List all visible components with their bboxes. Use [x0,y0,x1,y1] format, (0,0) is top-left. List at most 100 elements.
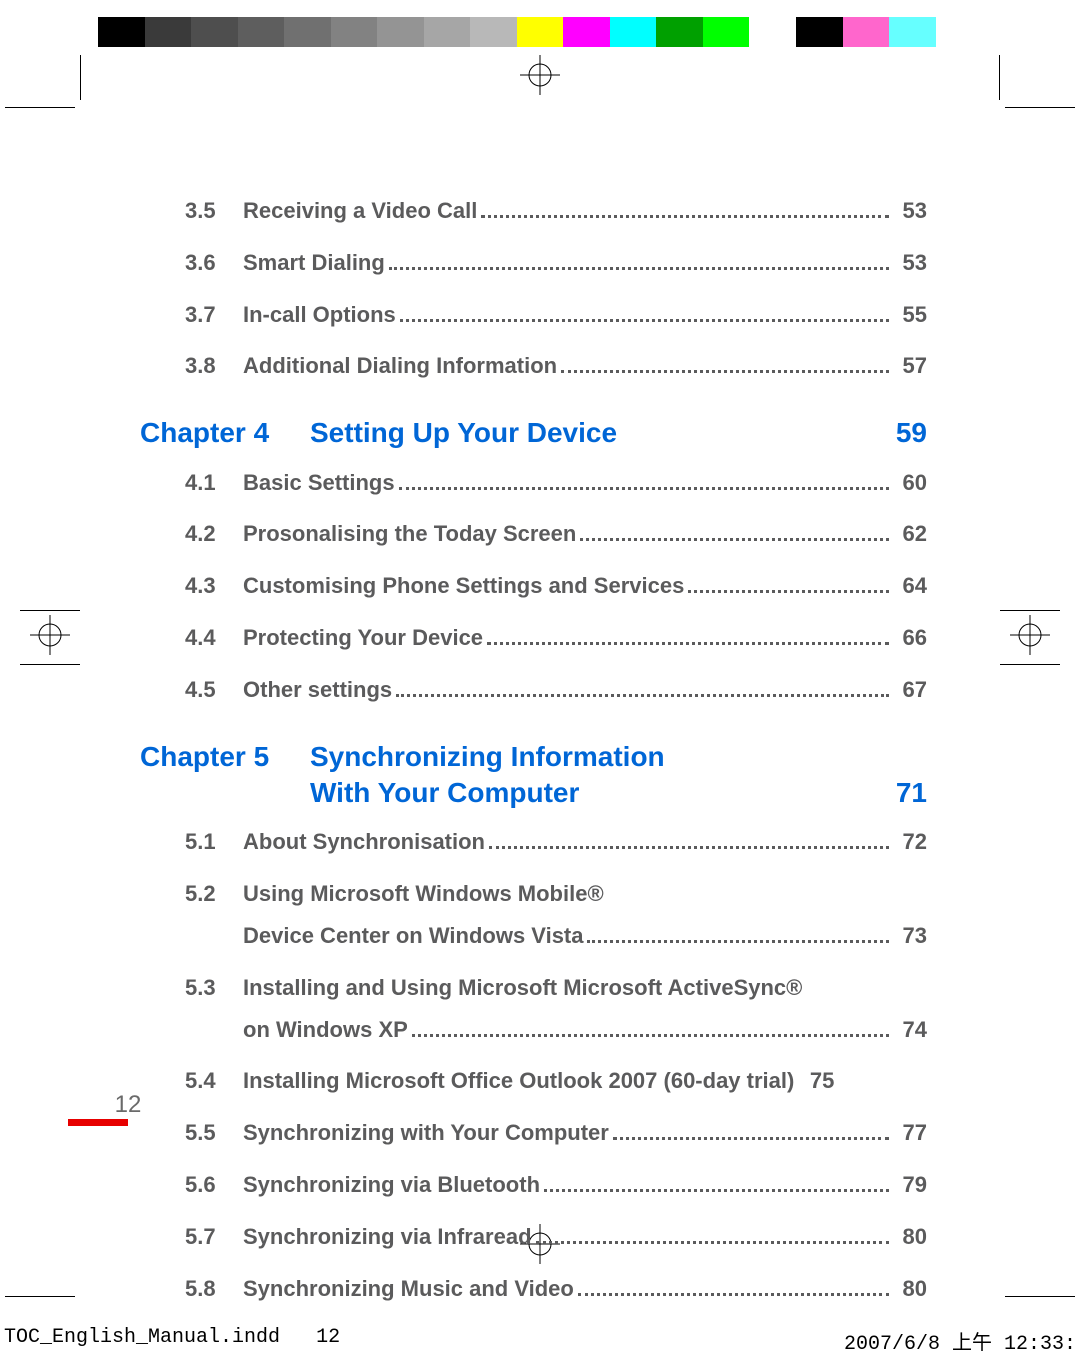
toc-entry: 4.1Basic Settings 60 [185,462,927,504]
toc-entry-number: 4.2 [185,513,243,555]
color-swatch [563,17,610,47]
crop-mark [1005,107,1075,108]
toc-entry-page: 75 [802,1060,834,1102]
toc-entry-number: 5.1 [185,821,243,863]
dot-leader [487,624,889,645]
color-swatch [796,17,843,47]
dot-leader [412,1016,889,1037]
toc-entry-number: 5.2 [185,873,243,915]
toc-entry-page: 66 [895,617,927,659]
toc-entry-title: Smart Dialing [243,242,385,284]
toc-entry: 5.2Using Microsoft Windows Mobile®Device… [185,873,927,957]
toc-entry-title: Protecting Your Device [243,617,483,659]
crop-mark [1005,1296,1075,1297]
color-swatch [424,17,471,47]
toc-entry-page: 79 [895,1164,927,1206]
registration-mark-left [20,610,80,665]
color-swatch [284,17,331,47]
dot-leader [481,197,889,218]
toc-entry: 3.5Receiving a Video Call 53 [185,190,927,232]
slug-file: TOC_English_Manual.indd [4,1326,280,1349]
color-swatch [889,17,936,47]
toc-entry: 5.5Synchronizing with Your Computer 77 [185,1112,927,1154]
toc-entry: 3.7In-call Options 55 [185,294,927,336]
toc-entry-page: 73 [895,915,927,957]
color-swatch [470,17,517,47]
chapter-title: Synchronizing Information With Your Comp… [310,739,887,812]
toc-entry-title: Receiving a Video Call [243,190,477,232]
toc-entry-number: 3.5 [185,190,243,232]
chapter-page: 59 [887,415,927,451]
toc-entry-number: 5.7 [185,1216,243,1258]
toc-entry-number: 5.5 [185,1112,243,1154]
toc-entry-title-line2: Device Center on Windows Vista [243,915,583,957]
color-swatch [749,17,796,47]
toc-entry: 5.1About Synchronisation72 [185,821,927,863]
page-number-red-tab [68,1119,128,1126]
toc-entry: 4.3Customising Phone Settings and Servic… [185,565,927,607]
toc-entry-page: 80 [895,1216,927,1258]
color-swatch [377,17,424,47]
toc-entry-page: 60 [895,462,927,504]
toc-entry-title: Basic Settings [243,462,395,504]
color-swatch [936,17,983,47]
toc-entry-page: 55 [895,294,927,336]
dot-leader [489,829,889,850]
chapter-page: 71 [887,775,927,811]
color-swatch [238,17,285,47]
dot-leader [396,676,889,697]
color-swatch [517,17,564,47]
toc-entry-page: 74 [895,1009,927,1051]
toc-entry-title: Synchronizing with Your Computer [243,1112,609,1154]
toc-entry-title-line2: on Windows XP [243,1009,408,1051]
page-number-block: 12 [98,1091,158,1119]
toc-entry-number: 5.3 [185,967,243,1009]
toc-entry: 4.5Other settings 67 [185,669,927,711]
print-color-bar [98,17,982,47]
color-swatch [656,17,703,47]
slug-line: TOC_English_Manual.indd 12 2007/6/8 上午 1… [0,1326,1080,1356]
toc-entry-number: 5.6 [185,1164,243,1206]
toc-entry: 5.4Installing Microsoft Office Outlook 2… [185,1060,927,1102]
dot-leader [400,301,889,322]
toc-entry-title: Customising Phone Settings and Services [243,565,684,607]
dot-leader [587,922,889,943]
crop-mark [80,55,81,100]
crop-mark [5,1296,75,1297]
toc-entry-number: 3.8 [185,345,243,387]
toc-entry-page: 53 [895,190,927,232]
toc-entry-page: 67 [895,669,927,711]
toc-entry-title: Synchronizing via Bluetooth [243,1164,540,1206]
toc-entry-number: 3.6 [185,242,243,284]
dot-leader [536,1223,889,1244]
toc-entry-page: 72 [895,821,927,863]
toc-entry-number: 4.5 [185,669,243,711]
color-swatch [331,17,378,47]
dot-leader [544,1171,889,1192]
toc-entry-number: 3.7 [185,294,243,336]
toc-entry: 4.2Prosonalising the Today Screen62 [185,513,927,555]
chapter-heading-5: Chapter 5 Synchronizing Information With… [140,739,927,812]
dot-leader [580,521,889,542]
toc-entry-title: Synchronizing Music and Video [243,1268,574,1310]
dot-leader [399,469,889,490]
chapter-label: Chapter 4 [140,415,310,451]
color-swatch [191,17,238,47]
color-swatch [610,17,657,47]
toc-entry-title: Other settings [243,669,392,711]
toc-entry-page: 77 [895,1112,927,1154]
toc-entry: 4.4Protecting Your Device66 [185,617,927,659]
registration-mark-right [1000,610,1060,665]
toc-entry-page: 57 [895,345,927,387]
toc-entry: 5.6Synchronizing via Bluetooth 79 [185,1164,927,1206]
crop-mark [999,55,1000,100]
toc-entry: 3.6Smart Dialing53 [185,242,927,284]
chapter-title-line2: With Your Computer [310,775,887,811]
dot-leader [578,1275,889,1296]
toc-entry-number: 4.1 [185,462,243,504]
toc-entry-title: In-call Options [243,294,396,336]
toc-entry-title-line1: Using Microsoft Windows Mobile® [243,873,604,915]
toc-entry-number: 4.3 [185,565,243,607]
slug-page: 12 [316,1326,340,1349]
chapter-heading-4: Chapter 4 Setting Up Your Device 59 [140,415,927,451]
